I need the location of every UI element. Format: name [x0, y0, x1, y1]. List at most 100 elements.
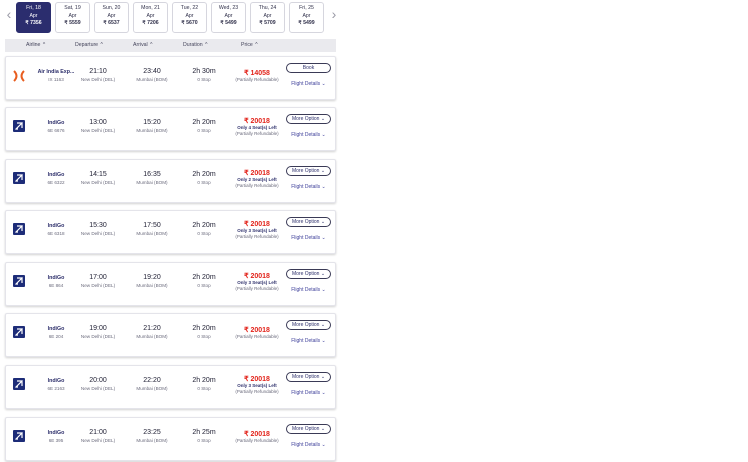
date-card-day: Thu, 24	[258, 5, 277, 11]
flight-card: Air India Exp... IX 1163 21:10 New Delhi (D…	[5, 56, 336, 100]
refund-status: (Partially Refundable)	[235, 334, 279, 339]
seats-left: Only 3 Seat(s) Left	[237, 280, 277, 285]
date-card-price: ₹ 5499	[220, 20, 237, 27]
departure-time: 19:00	[89, 325, 107, 332]
date-card-month: Apr	[146, 12, 155, 19]
seats-left: Only 3 Seat(s) Left	[237, 228, 277, 233]
sort-arrival[interactable]: Arrival ^	[133, 39, 153, 52]
refund-status: (Partially Refundable)	[235, 389, 279, 394]
stops-count: 0 Stop	[197, 231, 211, 236]
departure-city: New Delhi (DEL)	[80, 231, 116, 236]
date-card-month: Apr	[263, 12, 272, 19]
arrival-time: 19:20	[143, 274, 161, 281]
date-card[interactable]: Thu, 24 Apr ₹ 5709	[250, 2, 285, 33]
flight-duration: 2h 20m	[192, 325, 216, 332]
more-options-button[interactable]: More Option ⌄	[286, 217, 331, 227]
indigo-logo-icon	[13, 378, 25, 390]
flight-card: IndiGo 6E 395 21:00 New Delhi (DEL) 23:25 Mum…	[5, 417, 336, 461]
more-options-button[interactable]: More Option ⌄	[286, 114, 331, 124]
airline-name: IndiGo	[47, 430, 65, 436]
flight-number: 6E 6676	[47, 128, 65, 133]
fare-price: ₹ 20018	[244, 327, 270, 334]
refund-status: (Partially Refundable)	[235, 131, 279, 136]
departure-time: 20:00	[89, 377, 107, 384]
stops-count: 0 Stop	[197, 77, 211, 82]
stops-count: 0 Stop	[197, 180, 211, 185]
sort-duration[interactable]: Duration ^	[183, 39, 207, 52]
flight-details-link[interactable]: Flight Details ⌄	[286, 338, 331, 344]
date-card-price: ₹ 7206	[142, 20, 159, 27]
flight-details-link[interactable]: Flight Details ⌄	[286, 287, 331, 293]
airline-name: IndiGo	[47, 223, 65, 229]
departure-time: 14:15	[89, 171, 107, 178]
more-options-button[interactable]: More Option ⌄	[286, 166, 331, 176]
date-card[interactable]: Tue, 22 Apr ₹ 5670	[172, 2, 207, 33]
indigo-logo-icon	[13, 172, 25, 184]
flight-number: 6E 6318	[47, 231, 65, 236]
date-card[interactable]: Fri, 18 Apr ₹ 7356	[16, 2, 51, 33]
previous-dates-arrow-icon[interactable]: ‹	[4, 4, 14, 24]
date-card[interactable]: Fri, 25 Apr ₹ 5499	[289, 2, 324, 33]
date-card[interactable]: Sat, 19 Apr ₹ 5559	[55, 2, 90, 33]
sort-price[interactable]: Price ^	[241, 39, 258, 52]
flight-details-link[interactable]: Flight Details ⌄	[286, 442, 331, 448]
arrival-city: Mumbai (BOM)	[136, 180, 168, 185]
seats-left: Only 3 Seat(s) Left	[237, 383, 277, 388]
flight-number: IX 1163	[48, 77, 64, 82]
refund-status: (Partially Refundable)	[235, 438, 279, 443]
flight-number: 6E 864	[48, 283, 64, 288]
flight-details-link[interactable]: Flight Details ⌄	[286, 132, 331, 138]
departure-city: New Delhi (DEL)	[80, 128, 116, 133]
seats-left: Only 4 Seat(s) Left	[237, 125, 277, 130]
date-card-price: ₹ 5499	[298, 20, 315, 27]
date-card-month: Apr	[302, 12, 311, 19]
flight-duration: 2h 20m	[192, 171, 216, 178]
refund-status: (Partially Refundable)	[235, 183, 279, 188]
flight-card: IndiGo 6E 6318 15:30 New Delhi (DEL) 17:50 Mu…	[5, 210, 336, 254]
fare-price: ₹ 20018	[244, 221, 270, 228]
arrival-city: Mumbai (BOM)	[136, 283, 168, 288]
flight-number: 6E 395	[48, 438, 64, 443]
departure-time: 13:00	[89, 119, 107, 126]
next-dates-arrow-icon[interactable]: ›	[329, 4, 339, 24]
date-card-month: Apr	[107, 12, 116, 19]
date-card[interactable]: Wed, 23 Apr ₹ 5499	[211, 2, 246, 33]
stops-count: 0 Stop	[197, 283, 211, 288]
departure-city: New Delhi (DEL)	[80, 386, 116, 391]
arrival-city: Mumbai (BOM)	[136, 334, 168, 339]
more-options-button[interactable]: More Option ⌄	[286, 424, 331, 434]
flight-details-link[interactable]: Flight Details ⌄	[286, 81, 331, 87]
date-card-day: Wed, 23	[218, 5, 239, 11]
stops-count: 0 Stop	[197, 128, 211, 133]
date-card-month: Apr	[185, 12, 194, 19]
date-card-price: ₹ 5559	[64, 20, 81, 27]
departure-city: New Delhi (DEL)	[80, 283, 116, 288]
departure-city: New Delhi (DEL)	[80, 180, 116, 185]
more-options-button[interactable]: More Option ⌄	[286, 269, 331, 279]
arrival-time: 15:20	[143, 119, 161, 126]
more-options-button[interactable]: More Option ⌄	[286, 372, 331, 382]
arrival-city: Mumbai (BOM)	[136, 386, 168, 391]
book-button[interactable]: Book	[286, 63, 331, 73]
indigo-logo-icon	[13, 326, 25, 338]
airline-name: IndiGo	[47, 326, 65, 332]
fare-price: ₹ 20018	[244, 170, 270, 177]
date-card-price: ₹ 7356	[25, 20, 42, 27]
more-options-button[interactable]: More Option ⌄	[286, 320, 331, 330]
date-card[interactable]: Sun, 20 Apr ₹ 6537	[94, 2, 129, 33]
date-card[interactable]: Mon, 21 Apr ₹ 7206	[133, 2, 168, 33]
fare-price: ₹ 20018	[244, 273, 270, 280]
sort-departure[interactable]: Departure ^	[75, 39, 103, 52]
flight-number: 6E 204	[48, 334, 64, 339]
flight-details-link[interactable]: Flight Details ⌄	[286, 235, 331, 241]
arrival-city: Mumbai (BOM)	[136, 128, 168, 133]
flight-details-link[interactable]: Flight Details ⌄	[286, 390, 331, 396]
date-card-day: Fri, 25	[299, 5, 314, 11]
sort-airline[interactable]: Airline ^	[26, 39, 45, 52]
date-card-price: ₹ 5670	[181, 20, 198, 27]
date-card-day: Sun, 20	[102, 5, 121, 11]
flight-duration: 2h 25m	[192, 429, 216, 436]
flight-card: IndiGo 6E 6676 13:00 New Delhi (DEL) 15:20 Mu…	[5, 107, 336, 151]
departure-city: New Delhi (DEL)	[80, 438, 116, 443]
flight-details-link[interactable]: Flight Details ⌄	[286, 184, 331, 190]
